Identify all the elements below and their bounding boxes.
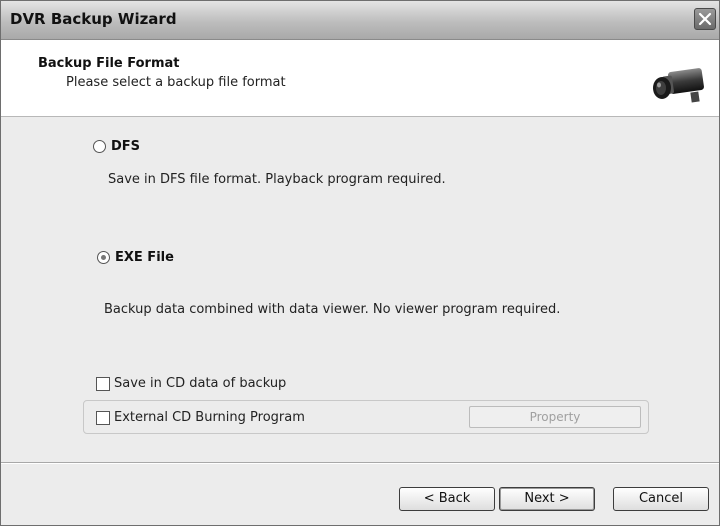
title-bar[interactable]: DVR Backup Wizard [1, 1, 719, 40]
radio-dfs-indicator[interactable] [93, 140, 106, 153]
footer-divider [1, 462, 719, 464]
radio-dfs-label: DFS [111, 139, 141, 154]
save-cd-checkbox[interactable] [96, 376, 110, 391]
radio-exe-label: EXE File [115, 250, 174, 265]
page-subtitle: Please select a backup file format [66, 75, 286, 90]
wizard-window: DVR Backup Wizard Backup File Format Ple… [0, 0, 720, 526]
exe-description: Backup data combined with data viewer. N… [104, 302, 561, 317]
dfs-description: Save in DFS file format. Playback progra… [108, 172, 446, 187]
radio-dfs[interactable]: DFS [93, 139, 140, 154]
wizard-header: Backup File Format Please select a backu… [1, 40, 719, 117]
close-button[interactable] [694, 8, 716, 30]
close-icon [698, 12, 712, 26]
radio-exe[interactable]: EXE File [97, 250, 174, 265]
external-cd-checkbox-row[interactable]: External CD Burning Program [96, 410, 305, 425]
property-button[interactable]: Property [469, 406, 641, 428]
external-cd-label: External CD Burning Program [114, 410, 305, 425]
external-cd-checkbox[interactable] [96, 410, 110, 425]
page-title: Backup File Format [38, 56, 180, 71]
wizard-content: DFS Save in DFS file format. Playback pr… [1, 117, 719, 462]
next-button[interactable]: Next > [499, 487, 595, 511]
save-cd-label: Save in CD data of backup [114, 376, 287, 391]
save-cd-checkbox-row[interactable]: Save in CD data of backup [96, 376, 286, 391]
back-button[interactable]: < Back [399, 487, 495, 511]
window-title: DVR Backup Wizard [10, 10, 177, 28]
camera-icon [653, 68, 704, 103]
cancel-button[interactable]: Cancel [613, 487, 709, 511]
radio-exe-indicator[interactable] [97, 251, 110, 264]
